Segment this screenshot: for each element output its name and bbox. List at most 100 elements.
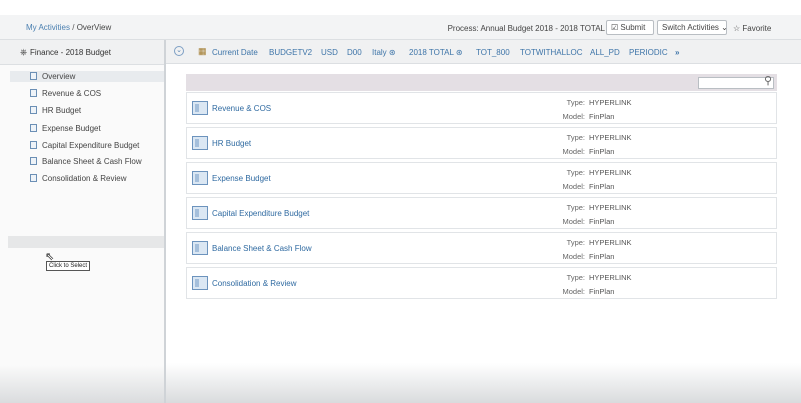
activity-card[interactable]: Balance Sheet & Cash Flow Type: HYPERLINK… — [186, 232, 777, 264]
context-period[interactable]: 2018 TOTAL ⊛ — [409, 48, 463, 57]
card-model: Model: FinPlan — [517, 147, 717, 156]
type-label: Type: — [566, 98, 585, 107]
model-value: FinPlan — [589, 182, 615, 191]
card-model: Model: FinPlan — [517, 287, 717, 296]
type-label: Type: — [566, 273, 585, 282]
document-icon — [30, 89, 37, 97]
sidebar-item-balance-sheet[interactable]: Balance Sheet & Cash Flow — [30, 157, 142, 166]
hierarchy-icon: ⊛ — [388, 48, 396, 57]
card-type: Type: HYPERLINK — [517, 168, 717, 177]
context-account[interactable]: TOT_800 — [476, 48, 510, 57]
switch-activities-label: Switch Activities — [662, 23, 719, 32]
overview-icon — [30, 72, 37, 80]
model-value: FinPlan — [589, 287, 615, 296]
card-title[interactable]: Consolidation & Review — [212, 279, 297, 288]
breadcrumb-root-link[interactable]: My Activities — [26, 23, 70, 32]
activity-card[interactable]: Capital Expenditure Budget Type: HYPERLIN… — [186, 197, 777, 229]
type-value: HYPERLINK — [589, 98, 632, 107]
model-label: Model: — [562, 182, 585, 191]
document-icon — [30, 141, 37, 149]
card-title[interactable]: HR Budget — [212, 139, 251, 148]
model-label: Model: — [562, 252, 585, 261]
sidebar-item-overview[interactable]: Overview — [30, 72, 75, 81]
search-strip: ⚲ — [186, 74, 777, 91]
top-strip — [0, 0, 801, 15]
card-title[interactable]: Revenue & COS — [212, 104, 271, 113]
context-periodic[interactable]: PERIODIC — [629, 48, 668, 57]
sidebar: ⎈ Finance - 2018 Budget Overview Revenue… — [0, 40, 166, 403]
context-current-date[interactable]: Current Date — [212, 48, 258, 57]
card-title[interactable]: Balance Sheet & Cash Flow — [212, 244, 312, 253]
document-icon — [30, 124, 37, 132]
type-value: HYPERLINK — [589, 133, 632, 142]
context-currency[interactable]: USD — [321, 48, 338, 57]
context-all-pd[interactable]: ALL_PD — [590, 48, 620, 57]
model-value: FinPlan — [589, 252, 615, 261]
context-allocation[interactable]: TOTWITHALLOC — [520, 48, 583, 57]
model-icon: ⎈ — [20, 47, 28, 57]
activity-card[interactable]: Expense Budget Type: HYPERLINK Model: FinP… — [186, 162, 777, 194]
model-label: Model: — [562, 147, 585, 156]
document-icon — [30, 157, 37, 165]
model-value: FinPlan — [589, 147, 615, 156]
card-type: Type: HYPERLINK — [517, 238, 717, 247]
card-title[interactable]: Expense Budget — [212, 174, 271, 183]
card-title[interactable]: Capital Expenditure Budget — [212, 209, 309, 218]
card-model: Model: FinPlan — [517, 112, 717, 121]
sidebar-item-label: Expense Budget — [42, 124, 101, 133]
card-model: Model: FinPlan — [517, 217, 717, 226]
sidebar-fade — [0, 365, 164, 403]
activity-card[interactable]: Consolidation & Review Type: HYPERLINK Mo… — [186, 267, 777, 299]
main-fade — [166, 363, 801, 403]
report-icon — [192, 171, 208, 185]
sidebar-item-label: Consolidation & Review — [42, 174, 127, 183]
card-model: Model: FinPlan — [517, 182, 717, 191]
star-icon: ☆ — [733, 24, 741, 33]
breadcrumb-current: OverView — [76, 23, 112, 32]
context-region[interactable]: Italy ⊛ — [372, 48, 396, 57]
type-value: HYPERLINK — [589, 273, 632, 282]
submit-label: Submit — [620, 23, 646, 32]
calendar-icon: ▦ — [198, 46, 207, 56]
search-input[interactable] — [698, 77, 774, 89]
collapse-toggle-icon[interactable]: ⌄ — [174, 46, 184, 56]
activity-card[interactable]: Revenue & COS Type: HYPERLINK Model: FinPl… — [186, 92, 777, 124]
hierarchy-icon: ⊛ — [455, 48, 463, 57]
card-type: Type: HYPERLINK — [517, 273, 717, 282]
model-name: Finance - 2018 Budget — [30, 48, 111, 57]
card-type: Type: HYPERLINK — [517, 203, 717, 212]
type-value: HYPERLINK — [589, 203, 632, 212]
card-model: Model: FinPlan — [517, 252, 717, 261]
model-label: Model: — [562, 217, 585, 226]
sidebar-item-capital-expenditure[interactable]: Capital Expenditure Budget — [30, 141, 139, 150]
context-period-label: 2018 TOTAL — [409, 48, 454, 57]
sidebar-item-label: Capital Expenditure Budget — [42, 141, 140, 150]
model-value: FinPlan — [589, 112, 615, 121]
context-version[interactable]: BUDGETV2 — [269, 48, 312, 57]
card-type: Type: HYPERLINK — [517, 98, 717, 107]
process-label: Process: Annual Budget 2018 - 2018 TOTAL — [447, 24, 605, 33]
activity-card[interactable]: HR Budget Type: HYPERLINK Model: FinPlan — [186, 127, 777, 159]
favorite-button[interactable]: ☆ Favorite — [733, 24, 771, 33]
sidebar-item-revenue-cos[interactable]: Revenue & COS — [30, 89, 101, 98]
sidebar-item-consolidation[interactable]: Consolidation & Review — [30, 174, 127, 183]
switch-activities-button[interactable]: Switch Activities ⌄ — [657, 20, 728, 35]
model-header: ⎈ Finance - 2018 Budget — [0, 40, 164, 65]
chevron-down-icon: ⌄ — [721, 23, 728, 32]
report-icon — [192, 276, 208, 290]
submit-button[interactable]: ☑ Submit — [606, 20, 654, 35]
favorite-label: Favorite — [742, 24, 772, 33]
type-label: Type: — [566, 133, 585, 142]
report-icon — [192, 241, 208, 255]
type-label: Type: — [566, 238, 585, 247]
context-entity[interactable]: D00 — [347, 48, 362, 57]
hover-row[interactable] — [8, 236, 164, 248]
sidebar-item-label: Overview — [42, 72, 76, 81]
report-icon — [192, 136, 208, 150]
sidebar-item-hr-budget[interactable]: HR Budget — [30, 106, 81, 115]
model-value: FinPlan — [589, 217, 615, 226]
search-icon[interactable]: ⚲ — [764, 74, 772, 87]
sidebar-item-expense-budget[interactable]: Expense Budget — [30, 124, 101, 133]
card-type: Type: HYPERLINK — [517, 133, 717, 142]
more-context-button[interactable]: » — [675, 48, 679, 57]
